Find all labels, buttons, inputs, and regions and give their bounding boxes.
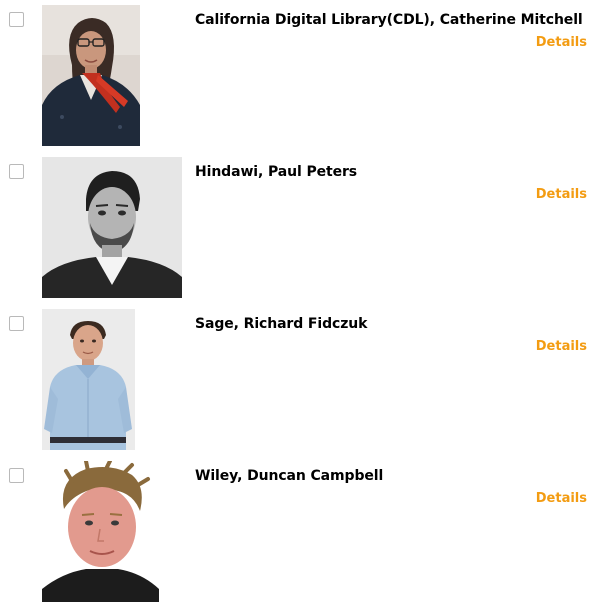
- select-checkbox[interactable]: [9, 468, 24, 483]
- select-checkbox[interactable]: [9, 316, 24, 331]
- profile-photo: [42, 461, 159, 602]
- entry-title: California Digital Library(CDL), Catheri…: [195, 12, 583, 28]
- entry-title: Hindawi, Paul Peters: [195, 164, 358, 180]
- list-item: Wiley, Duncan Campbell Details: [0, 461, 589, 605]
- entry-title: Wiley, Duncan Campbell: [195, 468, 384, 484]
- details-link[interactable]: Details: [536, 35, 587, 50]
- list-item: California Digital Library(CDL), Catheri…: [0, 5, 589, 149]
- select-checkbox[interactable]: [9, 12, 24, 27]
- profile-photo: [42, 157, 182, 298]
- profile-photo: [42, 5, 140, 146]
- details-link[interactable]: Details: [536, 491, 587, 506]
- details-link[interactable]: Details: [536, 187, 587, 202]
- list-item: Hindawi, Paul Peters Details: [0, 157, 589, 301]
- profile-photo: [42, 309, 135, 450]
- list-item: Sage, Richard Fidczuk Details: [0, 309, 589, 453]
- entry-title: Sage, Richard Fidczuk: [195, 316, 368, 332]
- select-checkbox[interactable]: [9, 164, 24, 179]
- details-link[interactable]: Details: [536, 339, 587, 354]
